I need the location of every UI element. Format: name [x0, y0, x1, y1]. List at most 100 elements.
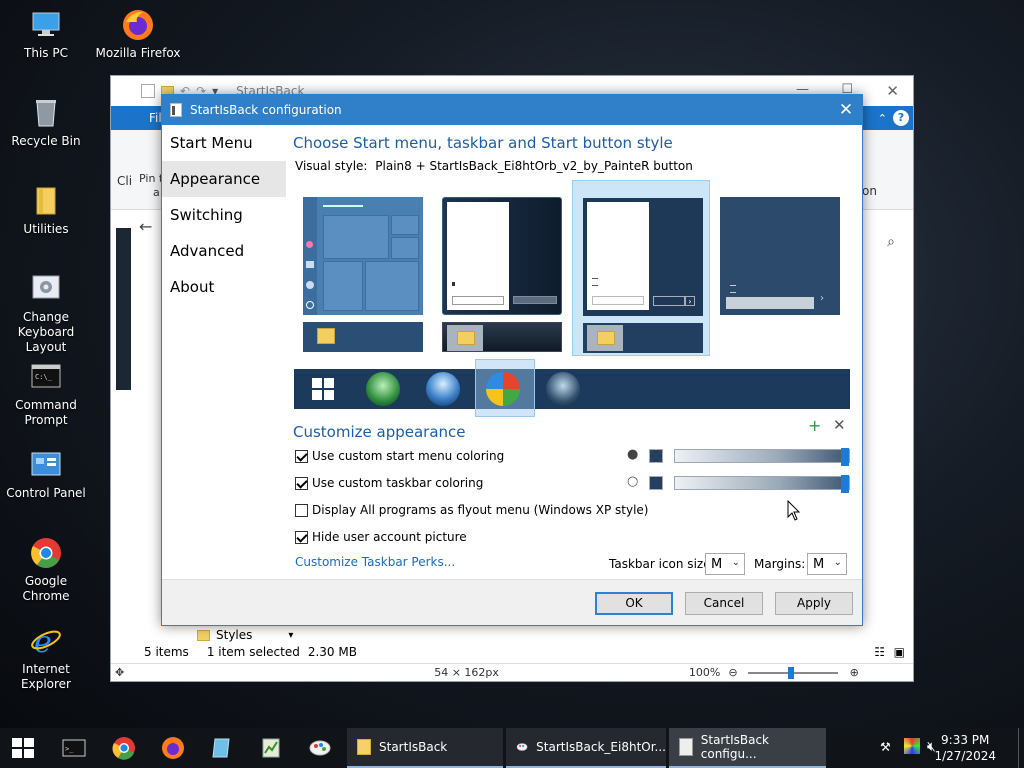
dialog-title: StartIsBack configuration — [190, 103, 342, 117]
control-panel-icon — [31, 452, 61, 476]
desktop-icon-this-pc[interactable]: This PC — [0, 8, 92, 61]
ribbon-tab-file[interactable]: Fil — [149, 111, 162, 125]
dialog-footer: OK Cancel Apply — [162, 579, 862, 625]
tile-taskbar-preview — [442, 322, 562, 352]
margins-select[interactable]: M ⌄ — [807, 553, 847, 575]
styles-folder-item[interactable]: Styles ▾ — [197, 628, 293, 642]
checkbox[interactable] — [295, 503, 308, 517]
style-tile-windows7[interactable] — [432, 180, 570, 356]
tile-taskbar-preview — [303, 322, 423, 352]
dark-orb-icon[interactable] — [546, 372, 580, 406]
show-desktop-button[interactable] — [1018, 728, 1024, 768]
tray-tool-icon[interactable]: ⚒ — [880, 740, 891, 754]
start-menu-color-swatch[interactable] — [649, 449, 663, 463]
desktop-icon-command-prompt[interactable]: C:\_ Command Prompt — [0, 360, 92, 428]
desktop-icon-recycle-bin[interactable]: Recycle Bin — [0, 96, 92, 149]
firefox-icon[interactable] — [161, 736, 185, 760]
style-tile-windows8[interactable]: › — [710, 180, 848, 356]
ribbon-right-label: on — [862, 184, 877, 198]
chrome-icon[interactable] — [112, 736, 136, 760]
tray-color-icon[interactable] — [904, 738, 920, 754]
start-button-icon[interactable] — [12, 738, 34, 758]
startisback-config-dialog[interactable]: StartIsBack configuration ✕ Start Menu A… — [161, 94, 863, 626]
paint-icon[interactable] — [308, 736, 332, 760]
desktop-icon-label: Control Panel — [6, 486, 86, 500]
sidebar-item-appearance[interactable]: Appearance — [162, 161, 286, 197]
close-icon[interactable]: ✕ — [836, 100, 856, 120]
taskbar-app-paint-ei8htorb[interactable]: StartIsBack_Ei8htOr... — [506, 728, 666, 768]
explorer-bottom-bar: ✥ 54 × 162px 100% ⊖ ⊕ — [111, 663, 913, 681]
search-icon[interactable]: ⌕ — [887, 234, 895, 250]
svg-text:C:\_: C:\_ — [35, 373, 53, 381]
move-icon[interactable]: ✥ — [115, 666, 124, 679]
desktop-icon-label: Utilities — [23, 222, 69, 236]
desktop-icon-change-keyboard-layout[interactable]: Change Keyboard Layout — [0, 272, 92, 355]
ei8ht-orb-icon[interactable] — [486, 372, 520, 406]
desktop-icon-google-chrome[interactable]: Google Chrome — [0, 536, 92, 604]
checkbox[interactable] — [295, 476, 308, 490]
windows-logo-icon[interactable] — [312, 378, 334, 400]
svg-text:>_: >_ — [65, 745, 74, 753]
taskbar-icon-size-select[interactable]: M ⌄ — [705, 553, 745, 575]
desktop-icon-utilities[interactable]: Utilities — [0, 184, 92, 237]
sidebar-item-start-menu[interactable]: Start Menu — [162, 125, 286, 161]
sidebar-item-advanced[interactable]: Advanced — [162, 233, 286, 269]
option-custom-taskbar-coloring[interactable]: Use custom taskbar coloring — [295, 476, 483, 490]
sidebar-item-switching[interactable]: Switching — [162, 197, 286, 233]
option-flyout-menu[interactable]: Display All programs as flyout menu (Win… — [295, 503, 648, 517]
explorer-status-bar: 5 items 1 item selected 2.30 MB ☷ ▣ — [111, 641, 913, 663]
desktop-icon-firefox[interactable]: Mozilla Firefox — [92, 8, 184, 61]
desktop-icon-label: Internet Explorer — [21, 662, 71, 691]
desktop-icon-internet-explorer[interactable]: e Internet Explorer — [0, 624, 92, 692]
close-icon[interactable]: ✕ — [886, 82, 899, 100]
taskbar-color-swatch[interactable] — [649, 476, 663, 490]
checkbox[interactable] — [295, 449, 308, 463]
option-label: Use custom taskbar coloring — [312, 476, 484, 490]
customize-taskbar-perks-link[interactable]: Customize Taskbar Perks... — [295, 555, 455, 569]
taskbar-app-startisback-config[interactable]: StartIsBack configu... — [669, 728, 826, 768]
spreadsheet-icon[interactable] — [259, 736, 283, 760]
help-icon[interactable]: ? — [893, 110, 909, 126]
add-icon[interactable]: + — [808, 416, 821, 435]
checkbox[interactable] — [295, 530, 308, 544]
cancel-button[interactable]: Cancel — [685, 592, 763, 615]
desktop-icon-label: Mozilla Firefox — [95, 46, 181, 60]
desktop-icon-control-panel[interactable]: Control Panel — [0, 448, 92, 501]
zoom-readout: 100% — [688, 666, 721, 679]
ok-button[interactable]: OK — [595, 592, 673, 615]
sidebar-item-about[interactable]: About — [162, 269, 286, 305]
desktop-icon-label: Google Chrome — [22, 574, 70, 603]
zoom-out-icon[interactable]: ⊖ — [728, 666, 737, 679]
command-prompt-icon[interactable]: >_ — [62, 736, 86, 760]
remove-icon[interactable]: ✕ — [833, 416, 846, 434]
opacity-empty-drop-icon: ○ — [627, 474, 639, 489]
apply-button[interactable]: Apply — [775, 592, 853, 615]
windows7-orb-icon[interactable] — [426, 372, 460, 406]
visual-style-line: Visual style: Plain8 + StartIsBack_Ei8ht… — [295, 159, 693, 173]
back-arrow-icon[interactable]: ← — [139, 217, 152, 236]
zoom-slider[interactable] — [747, 666, 838, 679]
taskbar-app-startisback[interactable]: StartIsBack — [347, 728, 503, 768]
slider-thumb[interactable] — [841, 475, 849, 493]
slider-thumb[interactable] — [841, 448, 849, 466]
taskbar-clock[interactable]: 9:33 PM 1/27/2024 — [934, 732, 996, 764]
details-view-icon[interactable]: ☷ — [874, 645, 885, 659]
option-custom-start-menu-coloring[interactable]: Use custom start menu coloring — [295, 449, 504, 463]
dialog-titlebar: StartIsBack configuration — [162, 95, 862, 125]
tile-menu-preview — [442, 197, 562, 315]
ribbon-pin-label: Pin t — [139, 172, 164, 185]
ribbon-collapse-icon[interactable]: ⌃ — [878, 112, 887, 125]
style-tile-plain8[interactable]: › — [572, 180, 710, 356]
option-hide-user-picture[interactable]: Hide user account picture — [295, 530, 467, 544]
notepad-icon[interactable] — [210, 736, 234, 760]
command-prompt-icon: C:\_ — [31, 364, 61, 388]
zoom-in-icon[interactable]: ⊕ — [850, 666, 859, 679]
clover-orb-icon[interactable] — [366, 372, 400, 406]
large-icons-view-icon[interactable]: ▣ — [894, 645, 905, 659]
style-tile-windows10[interactable] — [293, 180, 431, 356]
option-label: Hide user account picture — [312, 530, 467, 544]
start-menu-opacity-slider[interactable] — [674, 448, 850, 466]
chevron-down-icon[interactable]: ▾ — [288, 630, 293, 641]
taskbar-opacity-slider[interactable] — [674, 475, 850, 493]
taskbar-app-label: StartIsBack configu... — [700, 733, 769, 761]
